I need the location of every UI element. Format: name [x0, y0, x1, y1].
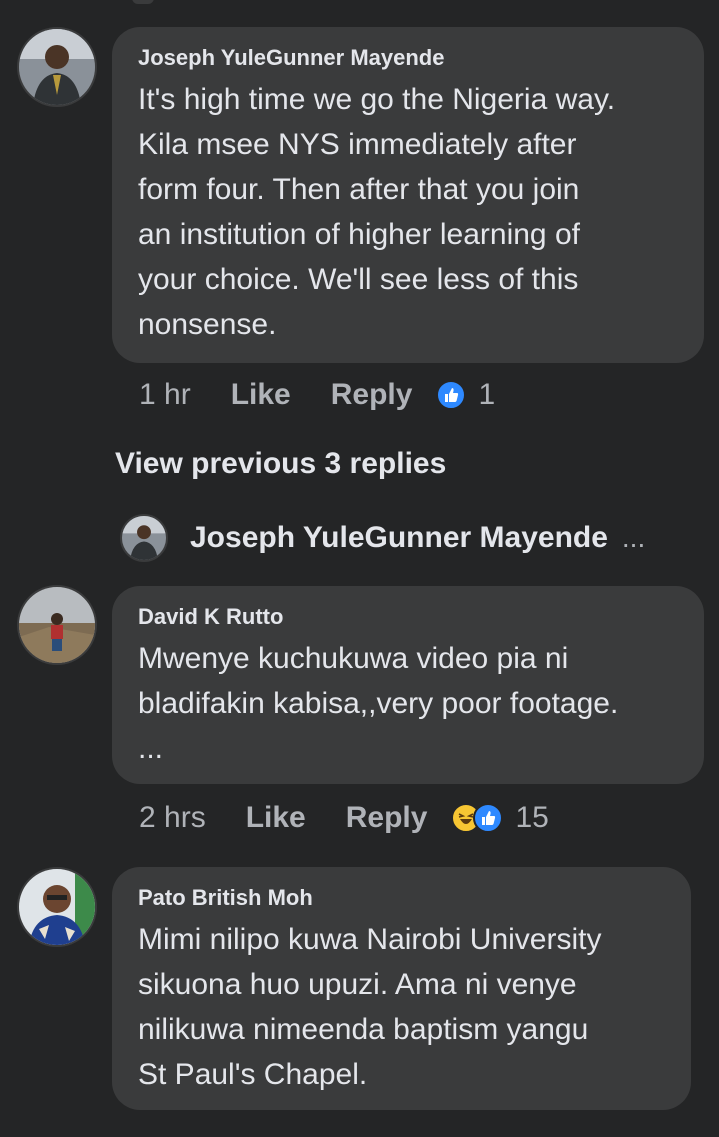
comment-author[interactable]: Pato British Moh [138, 885, 667, 911]
comment-bubble: David K Rutto Mwenye kuchukuwa video pia… [112, 586, 704, 784]
person-avatar-icon [19, 587, 95, 663]
avatar[interactable] [17, 867, 97, 947]
reaction-count: 1 [478, 378, 496, 411]
view-previous-replies-link[interactable]: View previous 3 replies [115, 447, 446, 481]
more-indicator: ... [621, 522, 646, 553]
avatar[interactable] [17, 585, 97, 665]
like-icon [436, 380, 467, 410]
person-avatar-icon [19, 29, 95, 105]
comment-text: It's high time we go the Nigeria way. Ki… [138, 83, 616, 341]
reaction-summary[interactable] [451, 803, 504, 833]
like-button[interactable]: Like [231, 378, 291, 412]
reaction-count: 15 [515, 801, 549, 834]
reply-button[interactable]: Reply [331, 378, 413, 412]
reply-author: Joseph YuleGunner Mayende [190, 521, 608, 554]
comment-bubble: Joseph YuleGunner Mayende It's high time… [112, 27, 704, 363]
comment-time[interactable]: 1 hr [139, 378, 191, 412]
reaction-summary[interactable] [436, 380, 467, 410]
person-avatar-icon [19, 869, 95, 945]
avatar[interactable] [17, 27, 97, 107]
comment-author[interactable]: David K Rutto [138, 604, 680, 630]
comment-actions: 2 hrs Like Reply 15 [139, 801, 549, 835]
scroll-remnant [132, 0, 154, 4]
reply-preview[interactable]: Joseph YuleGunner Mayende ... [120, 514, 645, 562]
like-button[interactable]: Like [246, 801, 306, 835]
like-icon [473, 803, 504, 833]
comment-time[interactable]: 2 hrs [139, 801, 206, 835]
comments-panel: Joseph YuleGunner Mayende It's high time… [0, 0, 719, 1137]
person-avatar-icon [122, 516, 166, 560]
comment-bubble: Pato British Moh Mimi nilipo kuwa Nairob… [112, 867, 691, 1110]
comment-text: Mimi nilipo kuwa Nairobi University siku… [138, 923, 602, 1091]
comment-actions: 1 hr Like Reply 1 [139, 378, 495, 412]
avatar [120, 514, 168, 562]
comment-author[interactable]: Joseph YuleGunner Mayende [138, 45, 680, 71]
comment-text: Mwenye kuchukuwa video pia ni bladifakin… [138, 642, 619, 765]
reply-button[interactable]: Reply [346, 801, 428, 835]
